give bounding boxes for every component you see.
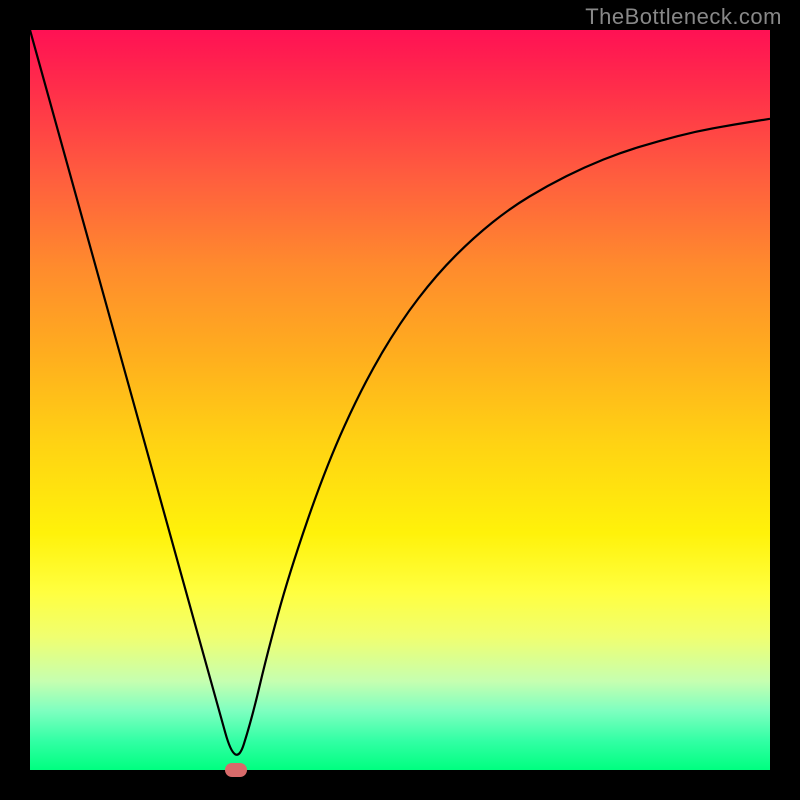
curve-svg	[30, 30, 770, 770]
curve-path	[30, 30, 770, 755]
minimum-marker	[225, 763, 247, 777]
watermark-text: TheBottleneck.com	[585, 4, 782, 30]
plot-area	[30, 30, 770, 770]
chart-container: TheBottleneck.com	[0, 0, 800, 800]
